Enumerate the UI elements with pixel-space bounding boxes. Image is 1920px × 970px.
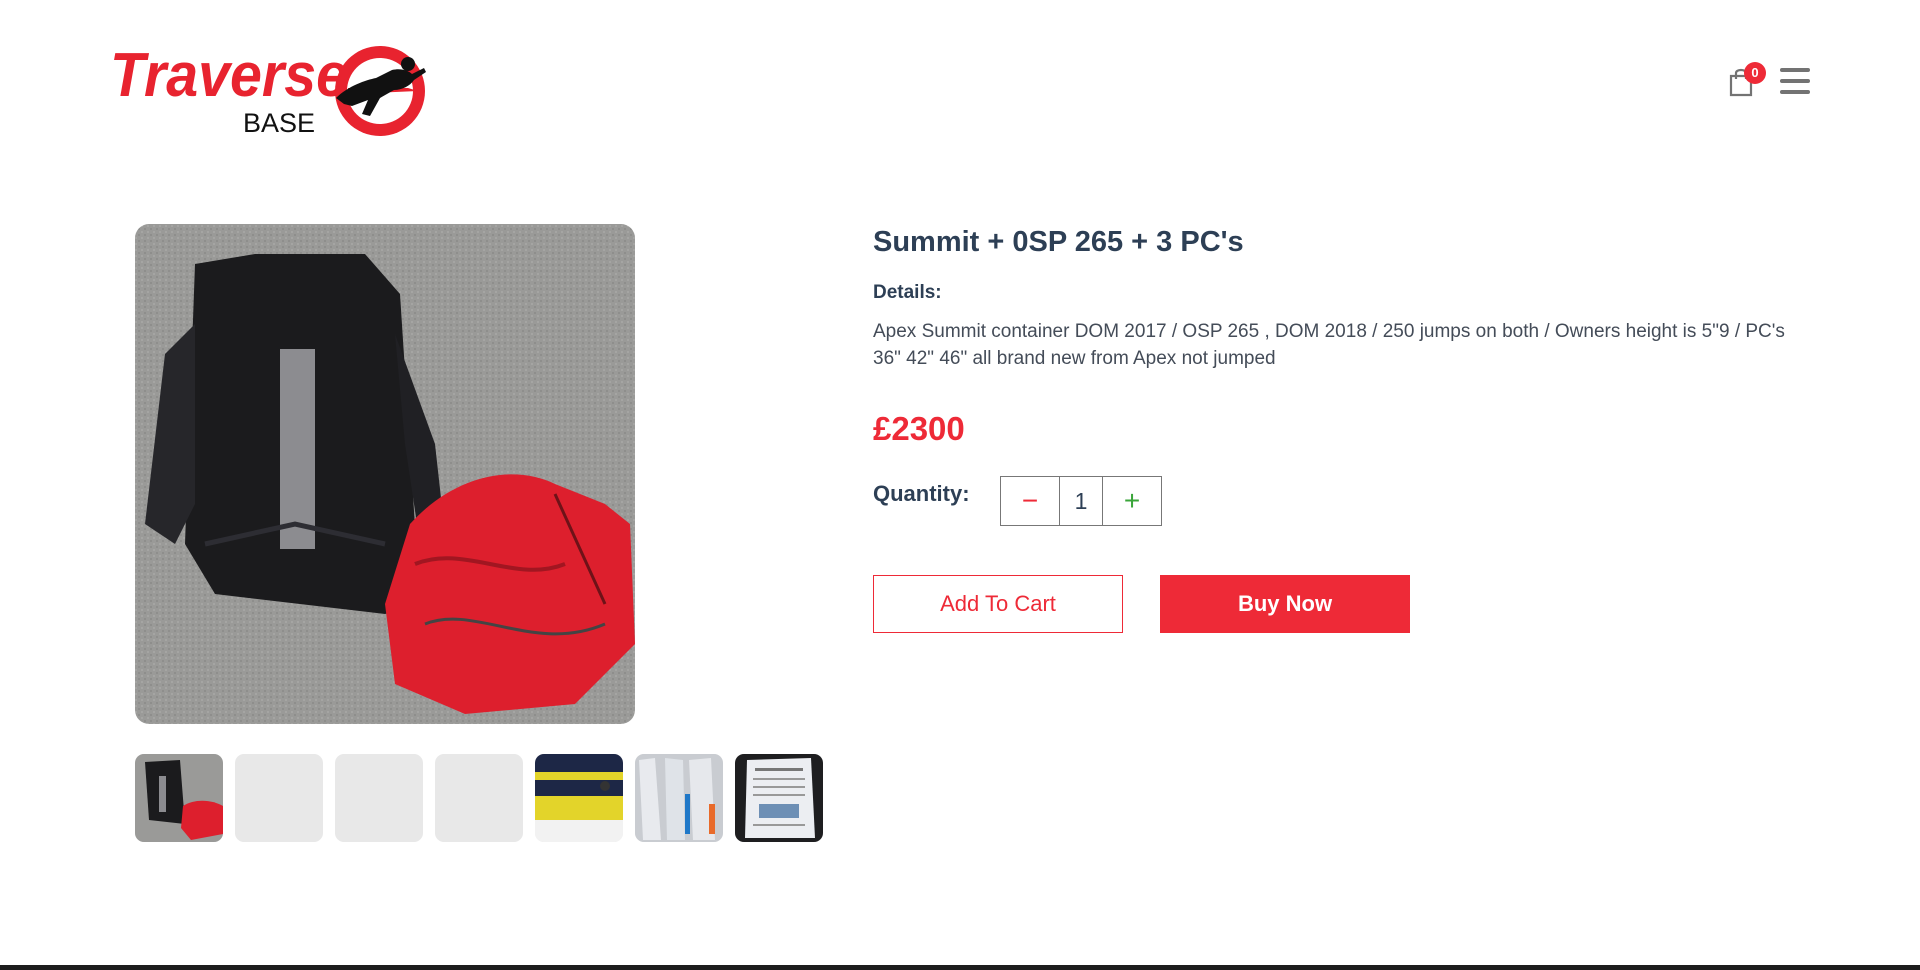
decrease-quantity-button[interactable]: −	[1001, 477, 1059, 525]
container-thumbnail-icon	[135, 754, 223, 842]
product-title: Summit + 0SP 265 + 3 PC's	[873, 226, 1244, 258]
yellow-bag-thumbnail-icon	[535, 754, 623, 842]
buy-now-button[interactable]: Buy Now	[1160, 575, 1410, 633]
thumbnail-2[interactable]	[235, 754, 323, 842]
thumbnail-5[interactable]	[535, 754, 623, 842]
menu-bar	[1780, 90, 1810, 94]
thumbnail-1[interactable]	[135, 754, 223, 842]
menu-bar	[1780, 79, 1810, 83]
svg-text:Traverse: Traverse	[110, 41, 348, 110]
details-heading: Details:	[873, 282, 942, 303]
quantity-stepper: − 1 +	[1000, 476, 1162, 526]
cart-count-badge: 0	[1744, 62, 1766, 84]
svg-text:BASE: BASE	[243, 108, 315, 138]
thumbnail-3[interactable]	[335, 754, 423, 842]
thumbnail-strip	[135, 754, 823, 842]
thumbnail-7[interactable]	[735, 754, 823, 842]
thumbnail-6[interactable]	[635, 754, 723, 842]
main-product-image[interactable]	[135, 224, 635, 724]
hamburger-menu-button[interactable]	[1780, 68, 1810, 94]
increase-quantity-button[interactable]: +	[1103, 477, 1161, 525]
canopy-thumbnail-icon	[635, 754, 723, 842]
thumbnail-4[interactable]	[435, 754, 523, 842]
skydiver-logo-icon: Traverse BASE	[110, 41, 426, 138]
footer-divider	[0, 965, 1920, 970]
product-price: £2300	[873, 410, 965, 447]
container-photo-icon	[135, 224, 635, 724]
menu-bar	[1780, 68, 1810, 72]
add-to-cart-button[interactable]: Add To Cart	[873, 575, 1123, 633]
label-thumbnail-icon	[735, 754, 823, 842]
quantity-label: Quantity:	[873, 481, 970, 506]
product-description: Apex Summit container DOM 2017 / OSP 265…	[873, 321, 1785, 369]
site-logo[interactable]: Traverse BASE	[108, 28, 432, 140]
quantity-value[interactable]: 1	[1059, 477, 1103, 525]
